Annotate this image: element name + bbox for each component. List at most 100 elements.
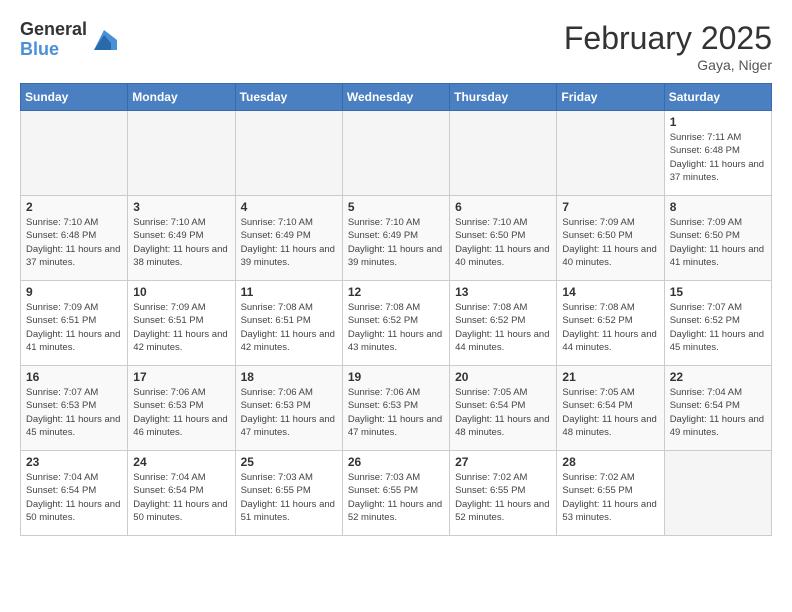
day-info: Sunrise: 7:02 AMSunset: 6:55 PMDaylight:… — [455, 471, 551, 524]
day-cell-16: 16 Sunrise: 7:07 AMSunset: 6:53 PMDayligh… — [21, 366, 128, 451]
day-cell-18: 18 Sunrise: 7:06 AMSunset: 6:53 PMDayligh… — [235, 366, 342, 451]
logo-icon — [89, 25, 119, 55]
day-cell-22: 22 Sunrise: 7:04 AMSunset: 6:54 PMDayligh… — [664, 366, 771, 451]
day-number: 6 — [455, 200, 551, 214]
empty-cell — [450, 111, 557, 196]
week-row-2: 2 Sunrise: 7:10 AMSunset: 6:48 PMDaylight… — [21, 196, 772, 281]
day-info: Sunrise: 7:09 AMSunset: 6:50 PMDaylight:… — [562, 216, 658, 269]
day-info: Sunrise: 7:10 AMSunset: 6:50 PMDaylight:… — [455, 216, 551, 269]
logo-blue-text: Blue — [20, 40, 87, 60]
day-info: Sunrise: 7:02 AMSunset: 6:55 PMDaylight:… — [562, 471, 658, 524]
day-info: Sunrise: 7:04 AMSunset: 6:54 PMDaylight:… — [26, 471, 122, 524]
day-info: Sunrise: 7:05 AMSunset: 6:54 PMDaylight:… — [455, 386, 551, 439]
day-number: 11 — [241, 285, 337, 299]
day-number: 13 — [455, 285, 551, 299]
day-cell-21: 21 Sunrise: 7:05 AMSunset: 6:54 PMDayligh… — [557, 366, 664, 451]
day-info: Sunrise: 7:04 AMSunset: 6:54 PMDaylight:… — [133, 471, 229, 524]
logo-general-text: General — [20, 20, 87, 40]
day-cell-2: 2 Sunrise: 7:10 AMSunset: 6:48 PMDaylight… — [21, 196, 128, 281]
day-cell-17: 17 Sunrise: 7:06 AMSunset: 6:53 PMDayligh… — [128, 366, 235, 451]
day-info: Sunrise: 7:05 AMSunset: 6:54 PMDaylight:… — [562, 386, 658, 439]
week-row-4: 16 Sunrise: 7:07 AMSunset: 6:53 PMDayligh… — [21, 366, 772, 451]
day-info: Sunrise: 7:06 AMSunset: 6:53 PMDaylight:… — [241, 386, 337, 439]
day-cell-4: 4 Sunrise: 7:10 AMSunset: 6:49 PMDaylight… — [235, 196, 342, 281]
day-number: 4 — [241, 200, 337, 214]
day-info: Sunrise: 7:09 AMSunset: 6:51 PMDaylight:… — [26, 301, 122, 354]
calendar-header: SundayMondayTuesdayWednesdayThursdayFrid… — [21, 84, 772, 111]
day-info: Sunrise: 7:06 AMSunset: 6:53 PMDaylight:… — [133, 386, 229, 439]
day-cell-13: 13 Sunrise: 7:08 AMSunset: 6:52 PMDayligh… — [450, 281, 557, 366]
day-cell-23: 23 Sunrise: 7:04 AMSunset: 6:54 PMDayligh… — [21, 451, 128, 536]
day-number: 26 — [348, 455, 444, 469]
day-number: 2 — [26, 200, 122, 214]
day-cell-12: 12Sunrise: 7:08 AMSunset: 6:52 PMDayligh… — [342, 281, 449, 366]
calendar-body: 1Sunrise: 7:11 AMSunset: 6:48 PMDaylight… — [21, 111, 772, 536]
day-cell-24: 24Sunrise: 7:04 AMSunset: 6:54 PMDayligh… — [128, 451, 235, 536]
day-info: Sunrise: 7:07 AMSunset: 6:52 PMDaylight:… — [670, 301, 766, 354]
day-number: 14 — [562, 285, 658, 299]
day-cell-15: 15Sunrise: 7:07 AMSunset: 6:52 PMDayligh… — [664, 281, 771, 366]
day-number: 22 — [670, 370, 766, 384]
page-header: General Blue February 2025 Gaya, Niger — [20, 20, 772, 73]
day-info: Sunrise: 7:10 AMSunset: 6:49 PMDaylight:… — [133, 216, 229, 269]
day-cell-6: 6 Sunrise: 7:10 AMSunset: 6:50 PMDaylight… — [450, 196, 557, 281]
day-number: 21 — [562, 370, 658, 384]
header-wednesday: Wednesday — [342, 84, 449, 111]
day-info: Sunrise: 7:09 AMSunset: 6:50 PMDaylight:… — [670, 216, 766, 269]
day-cell-10: 10 Sunrise: 7:09 AMSunset: 6:51 PMDayligh… — [128, 281, 235, 366]
day-number: 9 — [26, 285, 122, 299]
day-number: 8 — [670, 200, 766, 214]
day-number: 10 — [133, 285, 229, 299]
logo: General Blue — [20, 20, 119, 60]
day-info: Sunrise: 7:03 AMSunset: 6:55 PMDaylight:… — [348, 471, 444, 524]
week-row-1: 1Sunrise: 7:11 AMSunset: 6:48 PMDaylight… — [21, 111, 772, 196]
day-info: Sunrise: 7:07 AMSunset: 6:53 PMDaylight:… — [26, 386, 122, 439]
day-cell-25: 25Sunrise: 7:03 AMSunset: 6:55 PMDayligh… — [235, 451, 342, 536]
day-number: 17 — [133, 370, 229, 384]
day-cell-28: 28Sunrise: 7:02 AMSunset: 6:55 PMDayligh… — [557, 451, 664, 536]
day-info: Sunrise: 7:10 AMSunset: 6:49 PMDaylight:… — [241, 216, 337, 269]
day-info: Sunrise: 7:08 AMSunset: 6:51 PMDaylight:… — [241, 301, 337, 354]
day-cell-19: 19Sunrise: 7:06 AMSunset: 6:53 PMDayligh… — [342, 366, 449, 451]
header-saturday: Saturday — [664, 84, 771, 111]
day-number: 20 — [455, 370, 551, 384]
day-cell-7: 7 Sunrise: 7:09 AMSunset: 6:50 PMDaylight… — [557, 196, 664, 281]
day-number: 18 — [241, 370, 337, 384]
day-cell-14: 14 Sunrise: 7:08 AMSunset: 6:52 PMDayligh… — [557, 281, 664, 366]
day-info: Sunrise: 7:09 AMSunset: 6:51 PMDaylight:… — [133, 301, 229, 354]
header-monday: Monday — [128, 84, 235, 111]
day-cell-11: 11 Sunrise: 7:08 AMSunset: 6:51 PMDayligh… — [235, 281, 342, 366]
day-cell-9: 9 Sunrise: 7:09 AMSunset: 6:51 PMDaylight… — [21, 281, 128, 366]
empty-cell — [342, 111, 449, 196]
day-info: Sunrise: 7:03 AMSunset: 6:55 PMDaylight:… — [241, 471, 337, 524]
month-title: February 2025 — [564, 20, 772, 57]
header-thursday: Thursday — [450, 84, 557, 111]
week-row-5: 23 Sunrise: 7:04 AMSunset: 6:54 PMDayligh… — [21, 451, 772, 536]
day-number: 27 — [455, 455, 551, 469]
day-number: 7 — [562, 200, 658, 214]
title-area: February 2025 Gaya, Niger — [564, 20, 772, 73]
day-info: Sunrise: 7:10 AMSunset: 6:48 PMDaylight:… — [26, 216, 122, 269]
empty-cell — [664, 451, 771, 536]
day-cell-3: 3 Sunrise: 7:10 AMSunset: 6:49 PMDaylight… — [128, 196, 235, 281]
day-cell-1: 1Sunrise: 7:11 AMSunset: 6:48 PMDaylight… — [664, 111, 771, 196]
day-info: Sunrise: 7:08 AMSunset: 6:52 PMDaylight:… — [455, 301, 551, 354]
week-row-3: 9 Sunrise: 7:09 AMSunset: 6:51 PMDaylight… — [21, 281, 772, 366]
header-tuesday: Tuesday — [235, 84, 342, 111]
header-sunday: Sunday — [21, 84, 128, 111]
day-info: Sunrise: 7:08 AMSunset: 6:52 PMDaylight:… — [348, 301, 444, 354]
day-number: 1 — [670, 115, 766, 129]
day-number: 3 — [133, 200, 229, 214]
day-number: 23 — [26, 455, 122, 469]
day-info: Sunrise: 7:10 AMSunset: 6:49 PMDaylight:… — [348, 216, 444, 269]
day-cell-20: 20 Sunrise: 7:05 AMSunset: 6:54 PMDayligh… — [450, 366, 557, 451]
day-cell-26: 26 Sunrise: 7:03 AMSunset: 6:55 PMDayligh… — [342, 451, 449, 536]
day-info: Sunrise: 7:08 AMSunset: 6:52 PMDaylight:… — [562, 301, 658, 354]
day-cell-8: 8 Sunrise: 7:09 AMSunset: 6:50 PMDaylight… — [664, 196, 771, 281]
day-cell-27: 27 Sunrise: 7:02 AMSunset: 6:55 PMDayligh… — [450, 451, 557, 536]
day-number: 5 — [348, 200, 444, 214]
day-number: 16 — [26, 370, 122, 384]
header-row: SundayMondayTuesdayWednesdayThursdayFrid… — [21, 84, 772, 111]
day-info: Sunrise: 7:04 AMSunset: 6:54 PMDaylight:… — [670, 386, 766, 439]
day-info: Sunrise: 7:06 AMSunset: 6:53 PMDaylight:… — [348, 386, 444, 439]
